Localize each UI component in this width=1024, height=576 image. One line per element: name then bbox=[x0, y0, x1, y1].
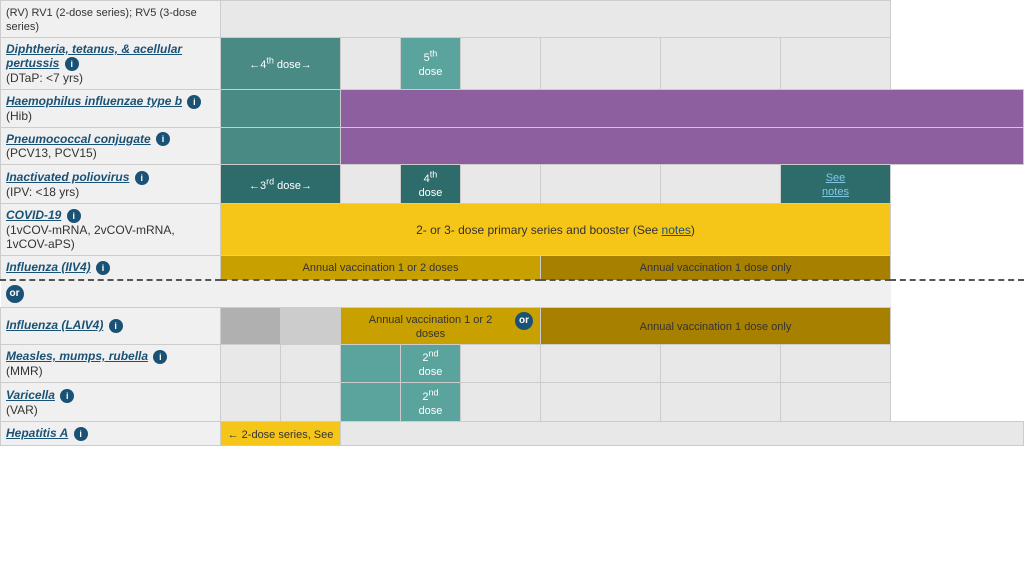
hib-link[interactable]: Haemophilus influenzae type b bbox=[6, 94, 182, 108]
hepa-info-icon[interactable]: i bbox=[74, 427, 88, 441]
iiv4-annual-1-cell: Annual vaccination 1 or 2 doses bbox=[221, 255, 541, 279]
mmr-dose2-cell: 2nddose bbox=[401, 344, 461, 383]
hib-purple-cell bbox=[341, 89, 1024, 127]
varicella-row: Varicella i (VAR) 2nddose bbox=[1, 383, 1024, 422]
laiv4-link[interactable]: Influenza (LAIV4) bbox=[6, 318, 103, 332]
ipv-dose4-cell: 4thdose bbox=[401, 165, 461, 204]
dtap-name-cell: Diphtheria, tetanus, & acellular pertuss… bbox=[1, 38, 221, 90]
laiv4-info-icon[interactable]: i bbox=[109, 319, 123, 333]
dtap-dose4-cell: ←4th dose→ bbox=[221, 38, 341, 90]
hepa-row: Hepatitis A i ← 2-dose series, See bbox=[1, 422, 1024, 446]
dtap-link[interactable]: Diphtheria, tetanus, & acellular pertuss… bbox=[6, 42, 182, 70]
ipv-sub: (IPV: <18 yrs) bbox=[6, 185, 79, 199]
or-row: or bbox=[1, 280, 1024, 308]
rv-row: (RV) RV1 (2-dose series); RV5 (3-dose se… bbox=[1, 1, 1024, 38]
mmr-info-icon[interactable]: i bbox=[153, 350, 167, 364]
ipv-dose3-cell: ←3rd dose→ bbox=[221, 165, 341, 204]
iiv4-info-icon[interactable]: i bbox=[96, 261, 110, 275]
mmr-row: Measles, mumps, rubella i (MMR) 2nddose bbox=[1, 344, 1024, 383]
dtap-row: Diphtheria, tetanus, & acellular pertuss… bbox=[1, 38, 1024, 90]
covid-link[interactable]: COVID-19 bbox=[6, 208, 61, 222]
dtap-sub: (DTaP: <7 yrs) bbox=[6, 71, 83, 85]
pcv-link[interactable]: Pneumococcal conjugate bbox=[6, 132, 151, 146]
pcv-row: Pneumococcal conjugate i (PCV13, PCV15) bbox=[1, 127, 1024, 165]
varicella-name-cell: Varicella i (VAR) bbox=[1, 383, 221, 422]
covid-sub: (1vCOV-mRNA, 2vCOV-mRNA, 1vCOV-aPS) bbox=[6, 223, 175, 251]
ipv-see-notes-text[interactable]: Seenotes bbox=[822, 172, 849, 198]
rv-label: (RV) RV1 (2-dose series); RV5 (3-dose se… bbox=[6, 7, 197, 33]
iiv4-annual-1-text: Annual vaccination 1 or 2 doses bbox=[303, 262, 459, 274]
pcv-purple-cell bbox=[341, 127, 1024, 165]
iiv4-annual-2-cell: Annual vaccination 1 dose only bbox=[541, 255, 891, 279]
ipv-info-icon[interactable]: i bbox=[135, 171, 149, 185]
rv-name: (RV) RV1 (2-dose series); RV5 (3-dose se… bbox=[1, 1, 221, 38]
mmr-dose2-text: 2nddose bbox=[419, 352, 443, 378]
influenza-laiv4-row: Influenza (LAIV4) i or Annual vaccinatio… bbox=[1, 307, 1024, 344]
laiv4-name-cell: Influenza (LAIV4) i bbox=[1, 307, 221, 344]
hepa-schedule-cell: ← 2-dose series, See bbox=[221, 422, 341, 446]
hepa-link[interactable]: Hepatitis A bbox=[6, 426, 68, 440]
laiv4-gray1-cell bbox=[221, 307, 281, 344]
laiv4-or-badge: or bbox=[515, 312, 533, 330]
hib-info-icon[interactable]: i bbox=[187, 95, 201, 109]
hib-row: Haemophilus influenzae type b i (Hib) bbox=[1, 89, 1024, 127]
mmr-name-cell: Measles, mumps, rubella i (MMR) bbox=[1, 344, 221, 383]
mmr-link[interactable]: Measles, mumps, rubella bbox=[6, 349, 148, 363]
var-dose2-cell: 2nddose bbox=[401, 383, 461, 422]
laiv4-annual-2-cell: Annual vaccination 1 dose only bbox=[541, 307, 891, 344]
ipv-name-cell: Inactivated poliovirus i (IPV: <18 yrs) bbox=[1, 165, 221, 204]
varicella-sub: (VAR) bbox=[6, 403, 38, 417]
covid-name-cell: COVID-19 i (1vCOV-mRNA, 2vCOV-mRNA, 1vCO… bbox=[1, 204, 221, 256]
pcv-name-cell: Pneumococcal conjugate i (PCV13, PCV15) bbox=[1, 127, 221, 165]
laiv4-annual-1-cell: or Annual vaccination 1 or 2doses bbox=[341, 307, 541, 344]
vaccine-schedule-table: (RV) RV1 (2-dose series); RV5 (3-dose se… bbox=[0, 0, 1024, 446]
ipv-dose3-text: ←3rd dose→ bbox=[249, 180, 312, 192]
ipv-dose4-text: 4thdose bbox=[419, 173, 443, 199]
varicella-link[interactable]: Varicella bbox=[6, 388, 55, 402]
laiv4-gray2-cell bbox=[281, 307, 341, 344]
hib-sub: (Hib) bbox=[6, 109, 32, 123]
covid-schedule-cell: 2- or 3- dose primary series and booster… bbox=[221, 204, 891, 256]
laiv4-annual-1-text: Annual vaccination 1 or 2doses bbox=[369, 314, 493, 340]
pcv-sub: (PCV13, PCV15) bbox=[6, 146, 97, 160]
pcv-info-icon[interactable]: i bbox=[156, 132, 170, 146]
iiv4-annual-2-text: Annual vaccination 1 dose only bbox=[640, 262, 792, 274]
pcv-teal-cell bbox=[221, 127, 341, 165]
var-dose2-text: 2nddose bbox=[419, 391, 443, 417]
laiv4-annual-2-text: Annual vaccination 1 dose only bbox=[640, 321, 792, 333]
iiv4-name-cell: Influenza (IIV4) i bbox=[1, 255, 221, 279]
mmr-sub: (MMR) bbox=[6, 364, 43, 378]
covid-row: COVID-19 i (1vCOV-mRNA, 2vCOV-mRNA, 1vCO… bbox=[1, 204, 1024, 256]
dtap-dose5-cell: 5thdose bbox=[401, 38, 461, 90]
hib-name-cell: Haemophilus influenzae type b i (Hib) bbox=[1, 89, 221, 127]
covid-info-icon[interactable]: i bbox=[67, 209, 81, 223]
or-badge: or bbox=[6, 285, 24, 303]
dtap-dose5-text: 5thdose bbox=[419, 52, 443, 78]
dtap-dose4-text: ←4th dose→ bbox=[249, 59, 312, 71]
ipv-see-notes-cell: Seenotes bbox=[781, 165, 891, 204]
dtap-info-icon[interactable]: i bbox=[65, 57, 79, 71]
hepa-name-cell: Hepatitis A i bbox=[1, 422, 221, 446]
ipv-row: Inactivated poliovirus i (IPV: <18 yrs) … bbox=[1, 165, 1024, 204]
hib-teal-cell bbox=[221, 89, 341, 127]
hepa-schedule-text: ← 2-dose series, See bbox=[228, 429, 334, 441]
varicella-info-icon[interactable]: i bbox=[60, 389, 74, 403]
influenza-iiv4-row: Influenza (IIV4) i Annual vaccination 1 … bbox=[1, 255, 1024, 279]
iiv4-link[interactable]: Influenza (IIV4) bbox=[6, 260, 91, 274]
ipv-link[interactable]: Inactivated poliovirus bbox=[6, 170, 129, 184]
covid-schedule-text: 2- or 3- dose primary series and booster… bbox=[416, 223, 695, 237]
covid-notes-link[interactable]: notes bbox=[662, 223, 691, 237]
